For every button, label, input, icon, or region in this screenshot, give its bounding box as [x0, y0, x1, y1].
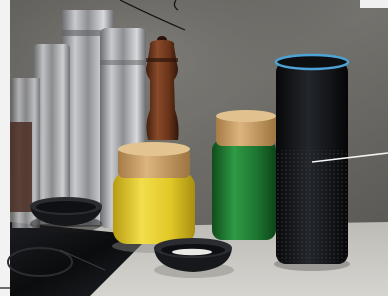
kitchen-photo	[0, 0, 388, 296]
yellow-jar	[112, 142, 196, 253]
smart-speaker	[274, 53, 350, 271]
photo-canvas	[0, 0, 388, 296]
pepper-grinder	[146, 36, 179, 140]
spice-jar	[10, 122, 32, 212]
black-bowl-left	[30, 197, 102, 233]
salt-bowl	[154, 238, 234, 278]
green-jar	[212, 110, 276, 240]
left-edge	[0, 0, 10, 296]
